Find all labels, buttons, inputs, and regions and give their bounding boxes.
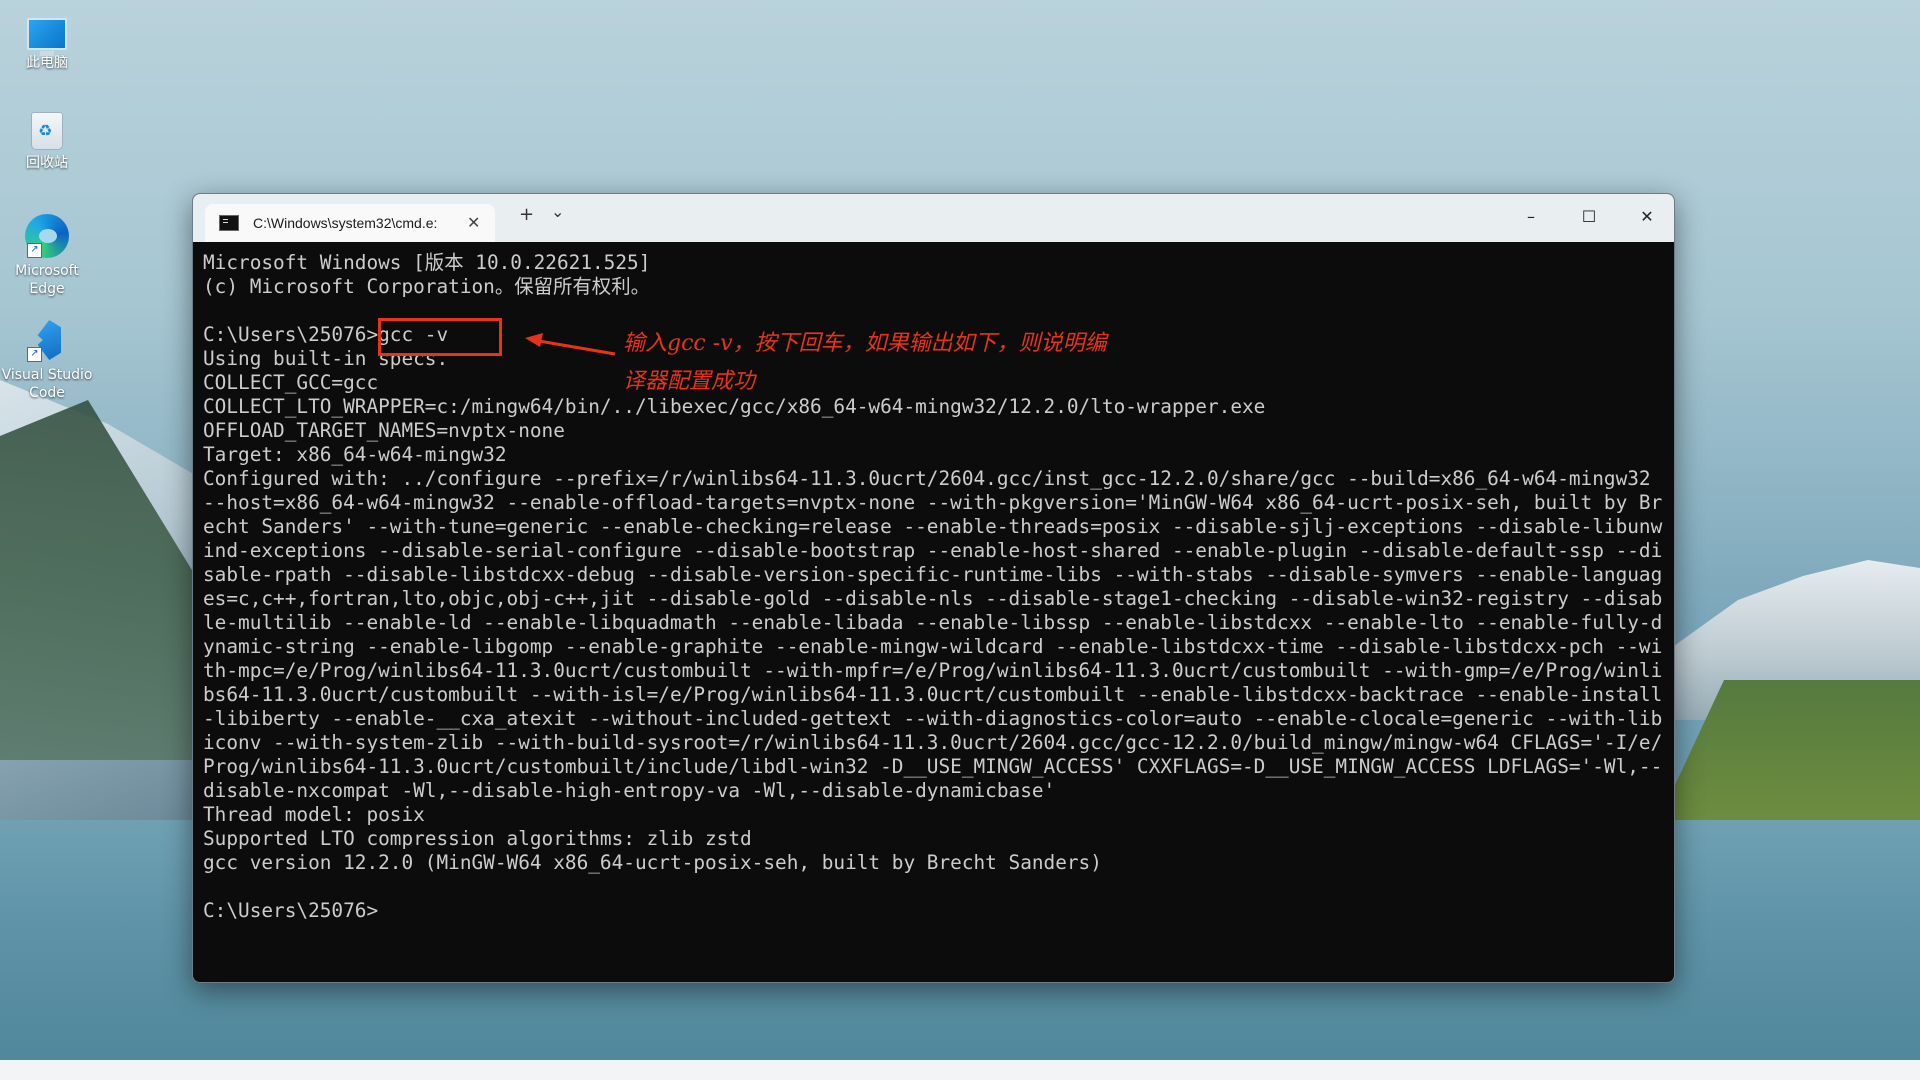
close-icon: ✕ xyxy=(1640,206,1654,226)
minimize-button[interactable]: – xyxy=(1508,200,1554,232)
tab-title: C:\Windows\system32\cmd.e: xyxy=(253,215,438,231)
cmd-icon xyxy=(219,215,239,231)
shortcut-arrow-icon: ↗ xyxy=(27,347,42,362)
desktop-icon-label: 回收站 xyxy=(26,155,68,171)
desktop-icon-label: 此电脑 xyxy=(26,55,68,71)
new-tab-button[interactable]: + xyxy=(519,204,534,225)
terminal-line: Microsoft Windows [版本 10.0.22621.525] xyxy=(203,251,651,274)
desktop-icon-vscode[interactable]: ↗ Visual Studio Code xyxy=(0,318,94,402)
desktop-icon-edge[interactable]: ↗ Microsoft Edge xyxy=(0,214,94,298)
vscode-icon: ↗ xyxy=(25,318,69,362)
tab-close-icon[interactable]: ✕ xyxy=(467,213,480,233)
desktop-icon-label: Microsoft Edge xyxy=(15,263,79,297)
terminal-line: Supported LTO compression algorithms: zl… xyxy=(203,827,752,850)
terminal-line: Thread model: posix xyxy=(203,803,425,826)
command-highlight-box xyxy=(378,318,502,356)
terminal-line: gcc version 12.2.0 (MinGW-W64 x86_64-ucr… xyxy=(203,851,1102,874)
computer-icon xyxy=(27,18,67,56)
tab-cmd[interactable]: C:\Windows\system32\cmd.e: ✕ xyxy=(205,204,495,242)
maximize-icon: ☐ xyxy=(1581,206,1597,226)
desktop-icon-recycle-bin[interactable]: ♻ 回收站 xyxy=(0,112,94,172)
close-button[interactable]: ✕ xyxy=(1624,200,1670,232)
maximize-button[interactable]: ☐ xyxy=(1566,200,1612,232)
terminal-line: C:\Users\25076> xyxy=(203,899,379,922)
edge-icon: ↗ xyxy=(25,214,69,258)
terminal-line: Target: x86_64-w64-mingw32 xyxy=(203,443,507,466)
wallpaper-forest-left xyxy=(0,400,220,760)
annotation-line-2: 译器配置成功 xyxy=(623,369,756,394)
terminal-line: OFFLOAD_TARGET_NAMES=nvptx-none xyxy=(203,419,565,442)
desktop-icon-this-pc[interactable]: 此电脑 xyxy=(0,10,94,72)
shortcut-arrow-icon: ↗ xyxy=(27,243,42,258)
annotation-arrow-icon xyxy=(525,333,616,356)
annotation-line-1: 输入gcc -v，按下回车，如果输出如下，则说明编 xyxy=(623,331,1107,356)
annotation-note: 输入gcc -v，按下回车，如果输出如下，则说明编 译器配置成功 xyxy=(623,325,1107,401)
terminal-line: Configured with: ../configure --prefix=/… xyxy=(203,467,1663,802)
tab-dropdown-button[interactable]: ⌄ xyxy=(551,202,564,221)
terminal-line: (c) Microsoft Corporation。保留所有权利。 xyxy=(203,275,650,298)
recycle-bin-icon: ♻ xyxy=(31,112,63,150)
desktop-icon-label: Visual Studio Code xyxy=(1,367,93,401)
window-titlebar[interactable]: C:\Windows\system32\cmd.e: ✕ + ⌄ – ☐ ✕ xyxy=(193,194,1674,242)
terminal-window: C:\Windows\system32\cmd.e: ✕ + ⌄ – ☐ ✕ M… xyxy=(192,193,1675,983)
minimize-icon: – xyxy=(1527,206,1535,226)
taskbar-strip xyxy=(0,1060,1920,1080)
